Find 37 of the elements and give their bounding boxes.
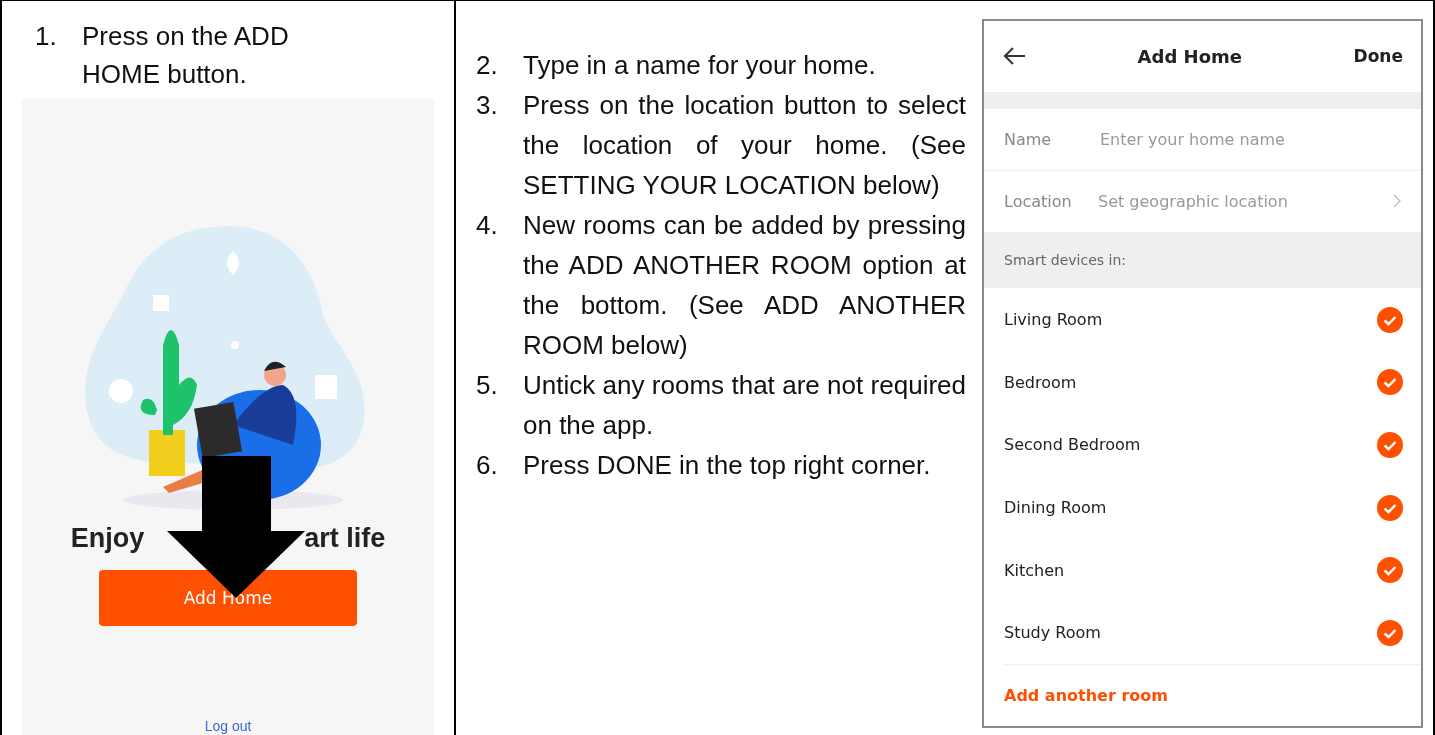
step-number: 3.: [476, 89, 499, 122]
add-room-link[interactable]: Add another room: [1004, 686, 1168, 706]
screen-title: Add Home: [1137, 45, 1242, 67]
heading-text: art life: [304, 523, 386, 554]
name-input-field[interactable]: Enter your home name: [1098, 128, 1362, 150]
checkbox[interactable]: [1377, 557, 1403, 584]
room-name: Second Bedroom: [1004, 435, 1141, 455]
step-text: Press on the ADD HOME button.: [82, 20, 290, 91]
step-text: New rooms can be added by pressing the ADD ANOTHER ROOM option at the bottom. (See ADD ANOTHER ROOM below): [523, 209, 966, 362]
heading-text: Enjoy: [70, 523, 145, 554]
step-number: 5.: [476, 369, 499, 402]
step-text: Untick any rooms that are not required on the app.: [523, 369, 966, 442]
checkbox[interactable]: [1377, 619, 1403, 646]
room-name: Study Room: [1004, 623, 1101, 643]
step-text: Press DONE in the top right corner.: [523, 449, 931, 482]
room-name: Bedroom: [1004, 372, 1077, 392]
room-name: Living Room: [1004, 310, 1103, 330]
room-name: Dining Room: [1004, 498, 1107, 518]
done-button[interactable]: Done: [1353, 46, 1403, 67]
step-number: 2.: [476, 49, 499, 82]
step-number: 6.: [476, 449, 499, 482]
back-arrow-icon[interactable]: [1004, 47, 1026, 66]
checkbox[interactable]: [1377, 306, 1403, 333]
field-label: Name: [1004, 129, 1053, 149]
log-out-link[interactable]: Log out: [204, 718, 252, 734]
section-header: Smart devices in:: [984, 231, 1421, 289]
location-selector[interactable]: Set geographic location: [1098, 191, 1363, 211]
step-number: 1.: [35, 20, 58, 53]
step-text: Type in a name for your home.: [523, 49, 876, 82]
checkbox[interactable]: [1377, 494, 1403, 521]
step-number: 4.: [476, 209, 499, 242]
step-text: Press on the location button to select the location of your home. (See SETTING YOUR LOCATION below): [523, 89, 966, 202]
room-name: Kitchen: [1004, 560, 1065, 580]
checkbox[interactable]: [1377, 369, 1403, 396]
chevron-right-icon: [1393, 194, 1401, 209]
add-home-button[interactable]: Add Home: [99, 570, 357, 626]
checkbox[interactable]: [1377, 431, 1403, 458]
